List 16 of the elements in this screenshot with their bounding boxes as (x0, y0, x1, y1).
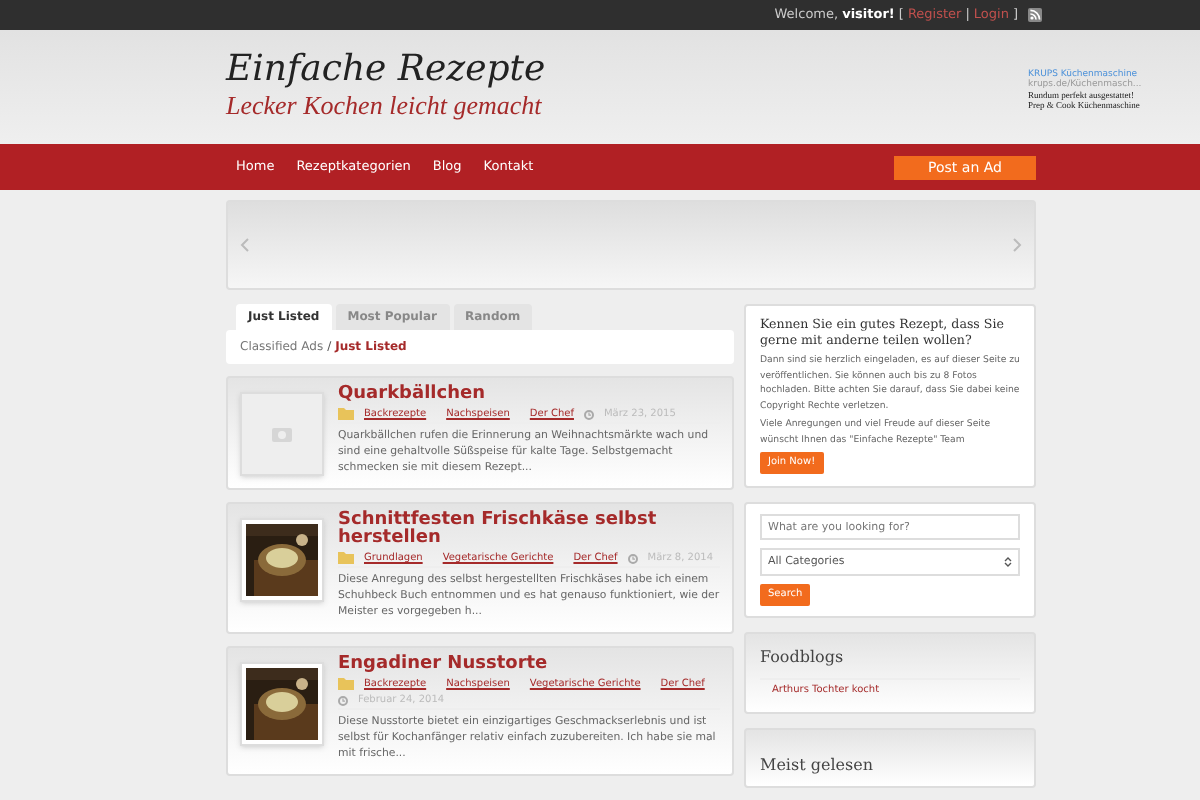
folder-icon (338, 408, 354, 420)
clock-icon (583, 409, 594, 419)
camera-icon (272, 426, 292, 442)
listing-title[interactable]: Engadiner Nusstorte (338, 656, 720, 674)
listing-title[interactable]: Quarkbällchen (338, 386, 720, 404)
folder-icon (338, 678, 354, 690)
folder-icon (338, 552, 354, 564)
site-title[interactable]: Einfache Rezepte (226, 50, 546, 90)
listing-title[interactable]: Schnittfesten Frischkäse selbst herstellen (338, 512, 720, 548)
updown-caret-icon (1004, 556, 1012, 568)
most-read-heading: Meist gelesen (760, 756, 873, 774)
site-tagline: Lecker Kochen leicht gemacht (226, 90, 544, 120)
rss-icon[interactable] (1028, 8, 1042, 22)
clock-icon (627, 553, 638, 563)
clock-icon (338, 695, 348, 705)
foodblogs-heading: Foodblogs (760, 644, 1020, 680)
